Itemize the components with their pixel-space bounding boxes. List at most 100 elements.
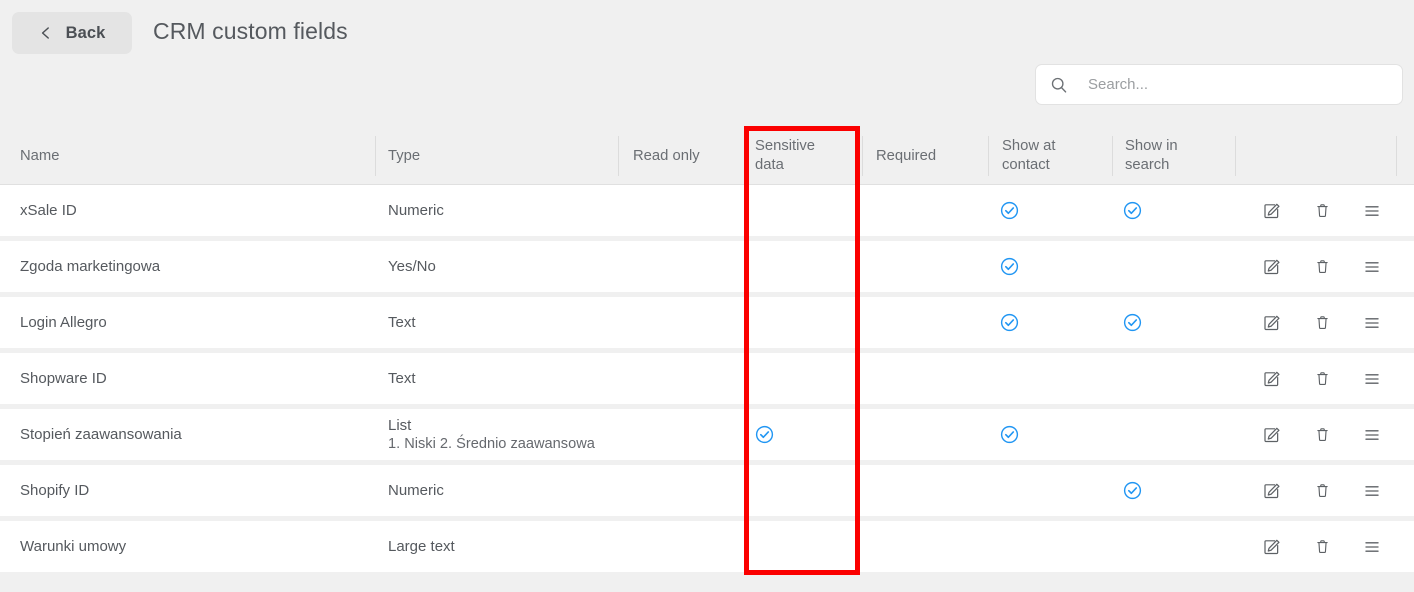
- edit-pencil-icon: [1262, 425, 1282, 445]
- crm-custom-fields-page: Back CRM custom fields Name Type Read on…: [0, 0, 1414, 592]
- edit-row-button[interactable]: [1259, 534, 1285, 560]
- edit-row-button[interactable]: [1259, 422, 1285, 448]
- header-divider: [988, 136, 989, 176]
- delete-row-button[interactable]: [1309, 310, 1335, 336]
- delete-row-button[interactable]: [1309, 198, 1335, 224]
- reorder-row-handle[interactable]: [1359, 310, 1385, 336]
- table-row[interactable]: Stopień zaawansowania List 1. Niski 2. Śre…: [0, 409, 1414, 460]
- cell-type: Numeric: [388, 185, 444, 236]
- cell-sensitive-data-check-icon[interactable]: [755, 409, 774, 460]
- row-actions: [1259, 409, 1385, 460]
- cell-type: List 1. Niski 2. Średnio zaawansowa: [388, 409, 595, 460]
- edit-pencil-icon: [1262, 313, 1282, 333]
- table-row[interactable]: Zgoda marketingowa Yes/No: [0, 241, 1414, 292]
- cell-show-at-contact-check-icon[interactable]: [1000, 409, 1019, 460]
- delete-row-button[interactable]: [1309, 254, 1335, 280]
- column-header-sensitive-data-line1: Sensitive: [755, 138, 816, 155]
- cell-type: Large text: [388, 521, 455, 572]
- column-header-sensitive-data[interactable]: Sensitive data: [755, 127, 815, 185]
- hamburger-menu-icon: [1362, 537, 1382, 557]
- table-body: xSale ID Numeric Zgoda marketingowa Yes/No L…: [0, 185, 1414, 572]
- reorder-row-handle[interactable]: [1359, 254, 1385, 280]
- column-header-required[interactable]: Required: [876, 127, 936, 185]
- cell-type-options: 1. Niski 2. Średnio zaawansowa: [388, 436, 595, 452]
- trash-icon: [1313, 537, 1332, 556]
- edit-row-button[interactable]: [1259, 254, 1285, 280]
- edit-row-button[interactable]: [1259, 198, 1285, 224]
- cell-type-value: Numeric: [388, 202, 444, 219]
- header-divider: [862, 136, 863, 176]
- reorder-row-handle[interactable]: [1359, 478, 1385, 504]
- row-actions: [1259, 185, 1385, 236]
- column-header-show-at-contact-line2: contact: [1002, 157, 1050, 173]
- cell-type: Numeric: [388, 465, 444, 516]
- cell-show-at-contact-check-icon[interactable]: [1000, 185, 1019, 236]
- delete-row-button[interactable]: [1309, 534, 1335, 560]
- table-row[interactable]: Warunki umowy Large text: [0, 521, 1414, 572]
- header-divider: [375, 136, 376, 176]
- row-actions: [1259, 353, 1385, 404]
- page-title: CRM custom fields: [153, 18, 348, 44]
- reorder-row-handle[interactable]: [1359, 422, 1385, 448]
- delete-row-button[interactable]: [1309, 478, 1335, 504]
- cell-show-at-contact-check-icon[interactable]: [1000, 241, 1019, 292]
- reorder-row-handle[interactable]: [1359, 366, 1385, 392]
- cell-name: Stopień zaawansowania: [20, 426, 182, 443]
- column-header-show-in-search-line1: Show in: [1125, 138, 1178, 155]
- back-button[interactable]: Back: [12, 12, 132, 54]
- column-header-type[interactable]: Type: [388, 127, 420, 185]
- cell-name: Shopify ID: [20, 482, 90, 499]
- back-button-label: Back: [65, 23, 106, 42]
- header-divider: [1396, 136, 1397, 176]
- trash-icon: [1313, 313, 1332, 332]
- edit-pencil-icon: [1262, 537, 1282, 557]
- trash-icon: [1313, 201, 1332, 220]
- column-header-name[interactable]: Name: [20, 127, 59, 185]
- reorder-row-handle[interactable]: [1359, 198, 1385, 224]
- edit-pencil-icon: [1262, 201, 1282, 221]
- cell-show-at-contact-check-icon[interactable]: [1000, 297, 1019, 348]
- table-row[interactable]: xSale ID Numeric: [0, 185, 1414, 236]
- search-input[interactable]: [1086, 75, 1390, 94]
- cell-name: Shopware ID: [20, 370, 107, 387]
- trash-icon: [1313, 369, 1332, 388]
- column-header-show-in-search[interactable]: Show in search: [1125, 127, 1178, 185]
- search-icon: [1050, 76, 1068, 94]
- chevron-left-icon: [39, 26, 53, 40]
- column-header-sensitive-data-line2: data: [755, 157, 784, 173]
- trash-icon: [1313, 257, 1332, 276]
- header-divider: [1235, 136, 1236, 176]
- table-row[interactable]: Shopify ID Numeric: [0, 465, 1414, 516]
- column-header-read-only[interactable]: Read only: [633, 127, 700, 185]
- reorder-row-handle[interactable]: [1359, 534, 1385, 560]
- hamburger-menu-icon: [1362, 313, 1382, 333]
- cell-show-in-search-check-icon[interactable]: [1123, 297, 1142, 348]
- cell-name: Zgoda marketingowa: [20, 258, 161, 275]
- cell-type-value: Yes/No: [388, 258, 436, 275]
- cell-type-value: Text: [388, 314, 416, 331]
- edit-pencil-icon: [1262, 257, 1282, 277]
- cell-show-in-search-check-icon[interactable]: [1123, 465, 1142, 516]
- table-row[interactable]: Shopware ID Text: [0, 353, 1414, 404]
- delete-row-button[interactable]: [1309, 422, 1335, 448]
- cell-type-value: List: [388, 417, 412, 434]
- edit-row-button[interactable]: [1259, 366, 1285, 392]
- cell-name: Warunki umowy: [20, 538, 127, 555]
- cell-name: Login Allegro: [20, 314, 107, 331]
- trash-icon: [1313, 481, 1332, 500]
- column-header-show-in-search-line2: search: [1125, 157, 1170, 173]
- delete-row-button[interactable]: [1309, 366, 1335, 392]
- column-header-show-at-contact[interactable]: Show at contact: [1002, 127, 1055, 185]
- cell-type: Text: [388, 297, 416, 348]
- hamburger-menu-icon: [1362, 257, 1382, 277]
- cell-type-value: Text: [388, 370, 416, 387]
- table-row[interactable]: Login Allegro Text: [0, 297, 1414, 348]
- edit-row-button[interactable]: [1259, 478, 1285, 504]
- hamburger-menu-icon: [1362, 481, 1382, 501]
- row-actions: [1259, 521, 1385, 572]
- edit-row-button[interactable]: [1259, 310, 1285, 336]
- cell-show-in-search-check-icon[interactable]: [1123, 185, 1142, 236]
- page-header: Back CRM custom fields: [0, 0, 1414, 62]
- search-box[interactable]: [1035, 64, 1403, 105]
- cell-type: Yes/No: [388, 241, 436, 292]
